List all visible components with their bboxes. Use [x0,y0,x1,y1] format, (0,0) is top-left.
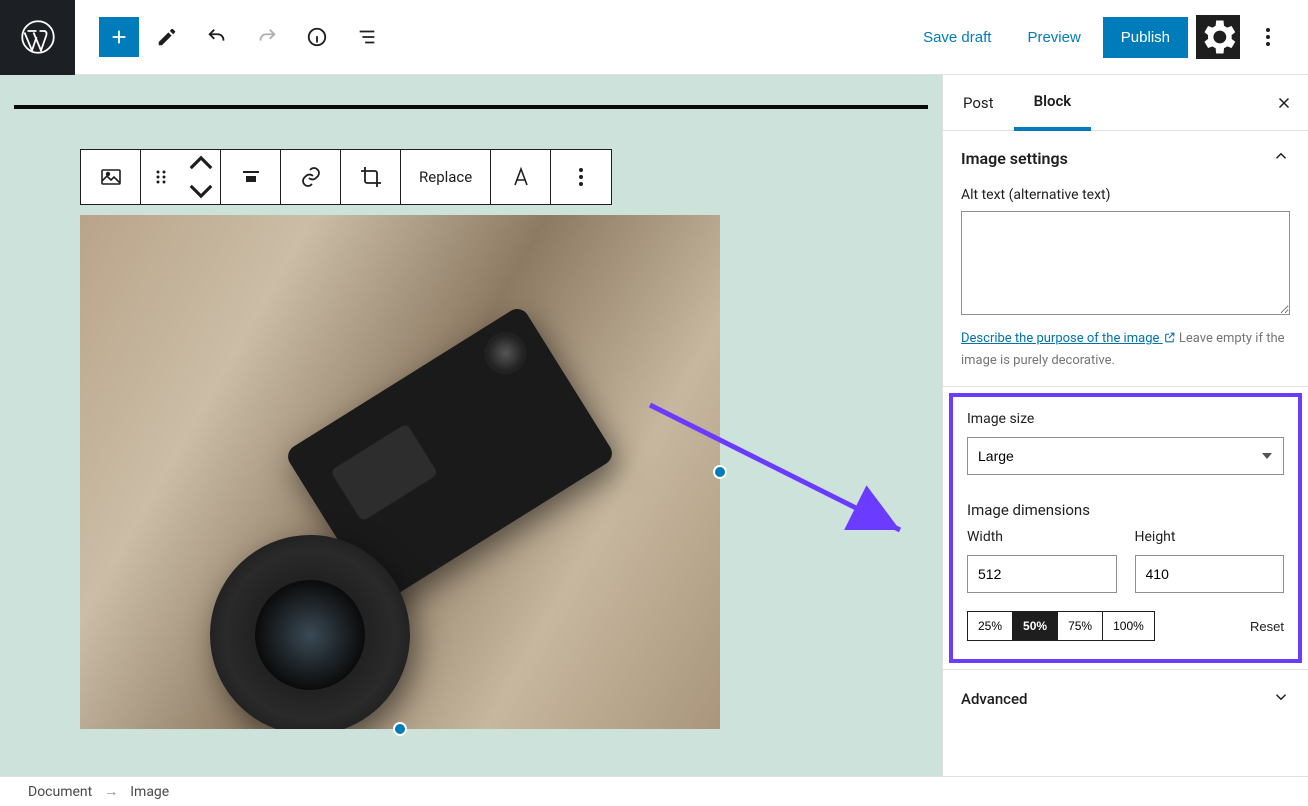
link-button[interactable] [281,150,341,204]
tab-post[interactable]: Post [943,75,1014,131]
pct-25-button[interactable]: 25% [968,612,1013,640]
percentage-group: 25% 50% 75% 100% [967,611,1155,641]
outline-icon [356,26,378,48]
height-label: Height [1135,529,1285,545]
alt-text-label: Alt text (alternative text) [961,187,1290,203]
add-block-button[interactable] [99,17,139,57]
undo-icon [206,26,228,48]
info-button[interactable] [295,15,339,59]
save-draft-button[interactable]: Save draft [909,19,1005,56]
separator-block[interactable] [14,105,928,109]
editor-canvas[interactable]: Replace [0,75,942,776]
align-icon [239,165,263,189]
editor-canvas-scroll[interactable]: Replace [0,75,942,776]
redo-button[interactable] [245,15,289,59]
image-size-highlight: Image size Large Image dimensions Width … [949,393,1302,663]
settings-button[interactable] [1196,15,1240,59]
image-icon [99,165,123,189]
breadcrumb-root[interactable]: Document [28,784,92,800]
wordpress-logo[interactable] [0,0,75,75]
preview-button[interactable]: Preview [1013,19,1094,56]
chevron-down-icon [1272,688,1290,710]
alt-text-input[interactable] [961,211,1290,315]
block-more-button[interactable] [551,150,611,204]
outline-button[interactable] [345,15,389,59]
align-button[interactable] [221,150,281,204]
external-link-icon [1163,331,1176,351]
more-menu-button[interactable] [1248,15,1288,59]
info-icon [306,26,328,48]
width-input[interactable] [967,555,1117,593]
more-vertical-icon [579,168,583,186]
width-label: Width [967,529,1117,545]
replace-button[interactable]: Replace [401,150,491,204]
image-dimensions-label: Image dimensions [967,501,1284,519]
image-preview [80,215,720,729]
left-toolbar [75,15,389,59]
text-overlay-button[interactable] [491,150,551,204]
right-toolbar: Save draft Preview Publish [909,15,1308,59]
image-size-label: Image size [967,411,1284,427]
undo-button[interactable] [195,15,239,59]
sidebar-tabs: Post Block [943,75,1308,131]
image-size-select[interactable]: Large [967,437,1284,475]
plus-icon [108,26,130,48]
image-settings-toggle[interactable]: Image settings [961,147,1290,169]
editor-canvas-wrap: Replace [0,75,942,776]
redo-icon [256,26,278,48]
more-vertical-icon [1266,28,1270,46]
pct-75-button[interactable]: 75% [1058,612,1103,640]
describe-image-link[interactable]: Describe the purpose of the image [961,331,1176,346]
close-panel-button[interactable] [1260,94,1308,112]
pct-50-button[interactable]: 50% [1013,612,1058,640]
gear-icon [1196,15,1240,59]
image-settings-panel: Image settings Alt text (alternative tex… [943,131,1308,387]
editor-header: Save draft Preview Publish [0,0,1308,75]
advanced-label: Advanced [961,690,1027,708]
image-block[interactable] [80,215,720,729]
pct-100-button[interactable]: 100% [1103,612,1154,640]
chevron-down-icon [189,179,213,203]
image-settings-title: Image settings [961,149,1068,168]
reset-button[interactable]: Reset [1250,619,1284,634]
breadcrumb: Document → Image [0,776,1308,806]
close-icon [1275,94,1293,112]
crop-button[interactable] [341,150,401,204]
edit-mode-button[interactable] [145,15,189,59]
breadcrumb-arrow-icon: → [104,783,118,800]
pencil-icon [156,26,178,48]
crop-icon [359,165,383,189]
chevron-up-icon [1272,147,1290,169]
alt-text-help: Describe the purpose of the image Leave … [961,329,1290,370]
height-input[interactable] [1135,555,1285,593]
publish-button[interactable]: Publish [1103,17,1188,58]
tab-block[interactable]: Block [1014,75,1092,131]
advanced-toggle[interactable]: Advanced [943,670,1308,728]
drag-handle[interactable] [141,150,181,204]
drag-icon [149,165,173,189]
block-toolbar: Replace [80,149,612,205]
move-up-down[interactable] [181,150,221,204]
link-icon [299,165,323,189]
resize-handle-right[interactable] [713,465,727,479]
breadcrumb-current[interactable]: Image [130,784,169,800]
wordpress-icon [20,19,56,55]
text-icon [509,165,533,189]
resize-handle-bottom[interactable] [393,722,407,736]
settings-sidebar[interactable]: Post Block Image settings Alt text (alte… [942,75,1308,776]
chevron-up-icon [189,151,213,175]
block-type-button[interactable] [81,150,141,204]
